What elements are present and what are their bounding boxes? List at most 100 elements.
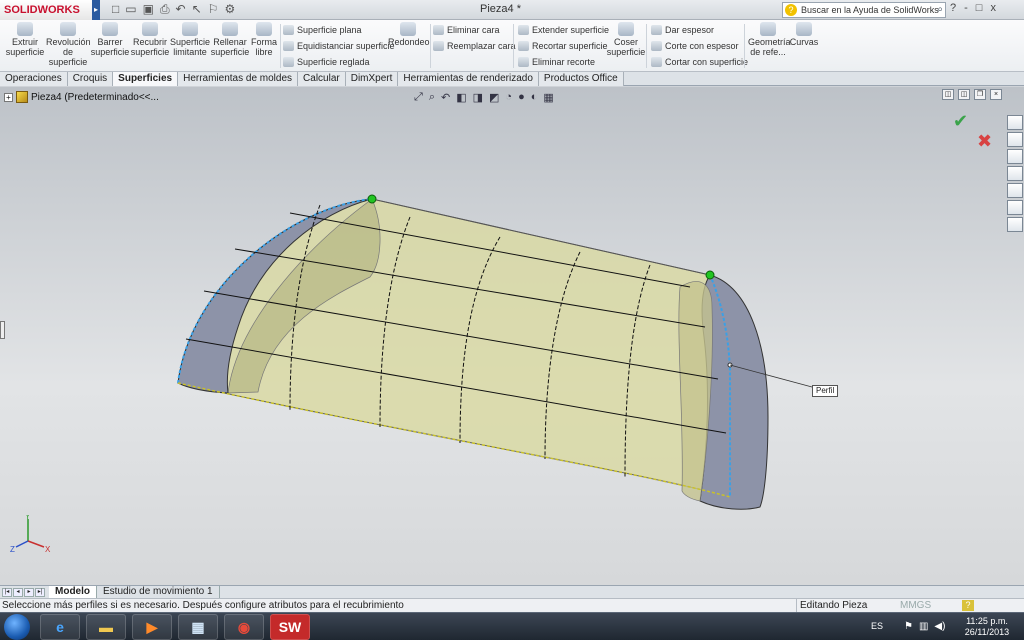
file-explorer-taskbar-icon[interactable]: ▬	[86, 614, 126, 640]
flag-icon[interactable]: ⚑	[904, 621, 913, 632]
language-indicator[interactable]: ES	[871, 621, 883, 631]
tab-herramientas-de-moldes[interactable]: Herramientas de moldes	[178, 72, 299, 86]
prev-tab-icon[interactable]: ◂	[13, 587, 23, 597]
clock[interactable]: 11:25 p.m. 26/11/2013	[962, 616, 1012, 638]
file-explorer-icon[interactable]	[1007, 166, 1023, 181]
calculator-icon[interactable]: ▦	[178, 614, 218, 640]
start-button[interactable]	[4, 614, 30, 640]
tab-croquis[interactable]: Croquis	[67, 72, 114, 86]
internet-explorer-icon[interactable]: e	[40, 614, 80, 640]
view-orientation-icon[interactable]: ◨	[473, 91, 483, 104]
chrome-icon[interactable]: ◉	[224, 614, 264, 640]
solidworks-logo[interactable]: SOLIDWORKS	[0, 0, 92, 20]
apply-scene-icon[interactable]: ◐	[531, 91, 538, 104]
reference-geometry-button[interactable]: Geometría de refe...	[748, 22, 791, 57]
fillet-button[interactable]: Redondeo	[388, 22, 430, 47]
tab-herramientas-de-renderizado[interactable]: Herramientas de renderizado	[398, 72, 539, 86]
tab-operaciones[interactable]: Operaciones	[0, 72, 68, 86]
right-profile-endpoint[interactable]	[705, 270, 715, 280]
replace-face-button[interactable]: Reemplazar cara	[433, 41, 516, 51]
knit-surface-button[interactable]: Coser superficie	[606, 22, 646, 57]
expand-icon[interactable]: +	[4, 92, 13, 102]
part-name[interactable]: Pieza4 (Predeterminado<<...	[31, 92, 159, 103]
display-style-icon[interactable]: ◩	[489, 91, 499, 104]
tab-calcular[interactable]: Calcular	[298, 72, 346, 86]
appearances-icon[interactable]	[1007, 200, 1023, 215]
solidworks-taskbar-icon[interactable]: SW	[270, 614, 310, 640]
cancel-x-icon[interactable]: ✖	[977, 131, 992, 152]
tab-modelo[interactable]: Modelo	[49, 586, 97, 598]
confirm-check-icon[interactable]: ✔	[953, 111, 968, 132]
status-help-icon[interactable]: ?	[962, 600, 974, 611]
feature-tree-flyout[interactable]: + Pieza4 (Predeterminado<<...	[4, 91, 159, 103]
first-tab-icon[interactable]: |◂	[2, 587, 12, 597]
surface-cut-button[interactable]: Cortar con superficie	[651, 57, 748, 67]
help-search-input[interactable]: ? Buscar en la Ayuda de SolidWorks ⌕	[782, 2, 946, 18]
resources-icon[interactable]	[1007, 115, 1023, 130]
tab-dimxpert[interactable]: DimXpert	[345, 72, 399, 86]
print-icon[interactable]: ⎙	[160, 2, 170, 18]
network-icon[interactable]: ▥	[919, 621, 928, 632]
edit-appearance-icon[interactable]: ●	[518, 91, 525, 104]
tab-productos-office[interactable]: Productos Office	[538, 72, 624, 86]
section-view-icon[interactable]: ◧	[456, 91, 466, 104]
rebuild-icon[interactable]: ⚐	[208, 2, 219, 18]
thicken-button[interactable]: Dar espesor	[651, 25, 714, 35]
ruled-surface-icon	[283, 57, 294, 67]
revolve-surface-button[interactable]: Revolución de superficie	[46, 22, 91, 67]
custom-properties-icon[interactable]	[1007, 217, 1023, 232]
volume-icon[interactable]: ◀)	[934, 621, 945, 632]
extrude-surface-button[interactable]: Extruir superficie	[4, 22, 46, 57]
hide-show-items-icon[interactable]: ◔	[505, 91, 512, 104]
thickened-cut-button[interactable]: Corte con espesor	[651, 41, 739, 51]
view-palette-icon[interactable]	[1007, 183, 1023, 198]
viewport-split-icon[interactable]: ◫	[958, 89, 970, 100]
view-settings-icon[interactable]: ▦	[543, 91, 553, 104]
help-button[interactable]: ?	[950, 2, 956, 14]
save-icon[interactable]: ▣	[143, 2, 154, 18]
zoom-to-fit-icon[interactable]: ⤢	[414, 91, 423, 104]
loft-surface-button[interactable]: Recubrir superficie	[130, 22, 170, 57]
last-tab-icon[interactable]: ▸|	[35, 587, 45, 597]
design-library-icon[interactable]	[1007, 149, 1023, 164]
freeform-button[interactable]: Forma libre	[250, 22, 278, 57]
next-tab-icon[interactable]: ▸	[24, 587, 34, 597]
tab-superficies[interactable]: Superficies	[113, 72, 179, 86]
viewport-layout-icon[interactable]: ◫	[942, 89, 954, 100]
curves-button[interactable]: Curvas	[788, 22, 820, 47]
ruled-surface-button[interactable]: Superficie reglada	[283, 57, 370, 67]
maximize-button[interactable]: □	[976, 2, 983, 14]
previous-view-icon[interactable]: ↶	[441, 91, 450, 104]
menu-arrow-icon[interactable]: ▸	[92, 0, 100, 20]
new-document-icon[interactable]: □	[112, 2, 119, 18]
offset-surface-button[interactable]: Equidistanciar superficie	[283, 41, 395, 51]
search-icon[interactable]: ⌕	[937, 3, 943, 17]
panel-collapse-handle[interactable]	[0, 321, 5, 339]
trim-surface-button[interactable]: Recortar superficie	[518, 41, 608, 51]
minimize-button[interactable]: -	[964, 2, 968, 14]
viewport-close-icon[interactable]: ×	[990, 89, 1002, 100]
fill-surface-button[interactable]: Rellenar superficie	[210, 22, 250, 57]
options-icon[interactable]: ⚙	[224, 2, 235, 18]
open-document-icon[interactable]: ▭	[125, 2, 136, 18]
status-units[interactable]: MMGS	[900, 599, 931, 612]
boundary-surface-button[interactable]: Superficie limitante	[170, 22, 210, 57]
extend-surface-button[interactable]: Extender superficie	[518, 25, 609, 35]
planar-surface-button[interactable]: Superficie plana	[283, 25, 362, 35]
surface-model[interactable]	[0, 87, 1024, 585]
sweep-surface-button[interactable]: Barrer superficie	[90, 22, 130, 57]
select-icon[interactable]: ↖	[192, 2, 202, 18]
viewport-restore-icon[interactable]: ❐	[974, 89, 986, 100]
profile-callout[interactable]: Perfil	[812, 385, 839, 397]
media-player-icon[interactable]: ▶	[132, 614, 172, 640]
tray-icons: ⚑ ▥ ◀)	[904, 621, 945, 632]
delete-face-button[interactable]: Eliminar cara	[433, 25, 500, 35]
tab-estudio-movimiento[interactable]: Estudio de movimiento 1	[97, 586, 220, 598]
home-icon[interactable]	[1007, 132, 1023, 147]
close-button[interactable]: x	[990, 2, 996, 14]
graphics-area[interactable]: Perfil + Pieza4 (Predeterminado<<... ⤢ ⌕…	[0, 87, 1024, 585]
untrim-surface-button[interactable]: Eliminar recorte	[518, 57, 595, 67]
left-profile-endpoint[interactable]	[367, 194, 377, 204]
zoom-to-area-icon[interactable]: ⌕	[429, 91, 435, 104]
undo-icon[interactable]: ↶	[176, 2, 186, 18]
